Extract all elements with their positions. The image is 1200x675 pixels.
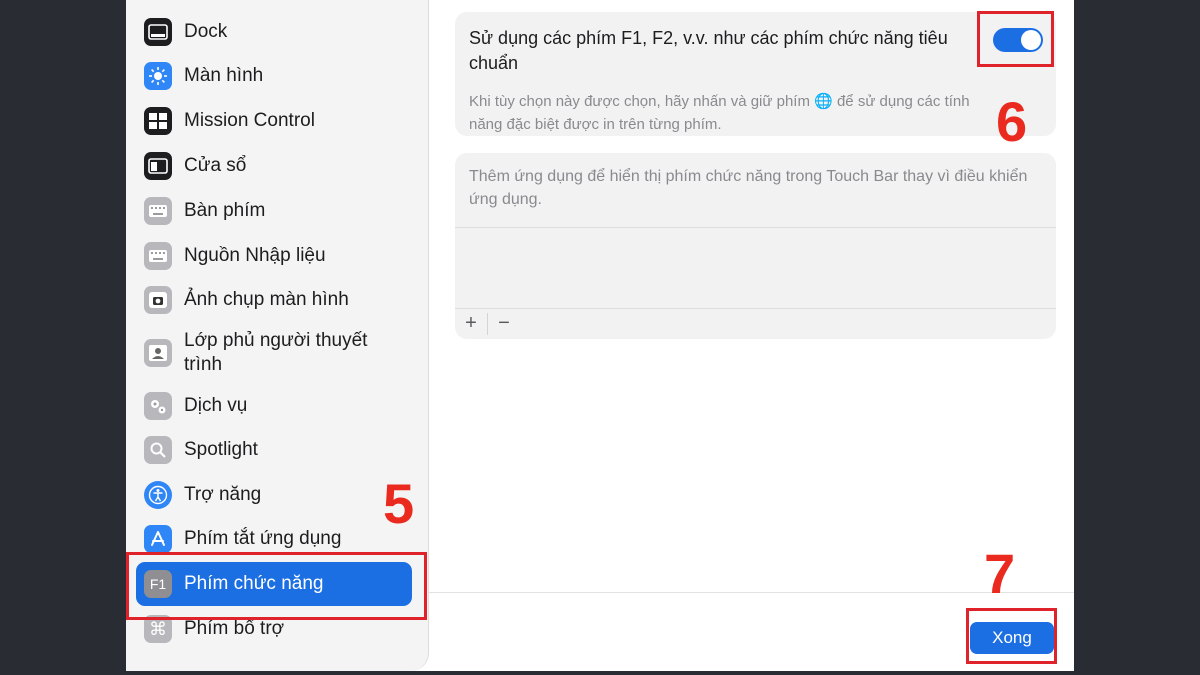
- sidebar-item-spotlight[interactable]: Spotlight: [136, 428, 412, 472]
- dock-icon: [144, 18, 172, 46]
- accessibility-icon: [144, 481, 172, 509]
- step-label-7: 7: [984, 542, 1016, 605]
- sidebar-item-label: Dock: [184, 21, 228, 42]
- highlight-box-toggle: [977, 11, 1054, 67]
- sidebar-item-accessibility[interactable]: Trợ năng: [136, 473, 412, 517]
- list-controls: + −: [455, 308, 1056, 339]
- fn-key-setting-card: Sử dụng các phím F1, F2, v.v. như các ph…: [455, 12, 1056, 136]
- sidebar-item-label: Màn hình: [184, 65, 264, 86]
- sidebar-item-label: Phím tắt ứng dụng: [184, 528, 342, 549]
- gears-icon: [144, 392, 172, 420]
- brightness-icon: [144, 62, 172, 90]
- search-icon: [144, 436, 172, 464]
- sidebar-item-label: Dịch vụ: [184, 395, 248, 416]
- sidebar-item-dock[interactable]: Dock: [136, 10, 412, 54]
- sidebar-item-label: Nguồn Nhập liệu: [184, 245, 326, 266]
- sidebar-item-label: Trợ năng: [184, 484, 262, 505]
- presenter-icon: [144, 339, 172, 367]
- sidebar-item-services[interactable]: Dịch vụ: [136, 384, 412, 428]
- highlight-box-done: [966, 608, 1057, 664]
- divider: [429, 592, 1074, 593]
- touchbar-description: Thêm ứng dụng để hiển thị phím chức năng…: [469, 168, 1028, 208]
- app-store-icon: [144, 525, 172, 553]
- keyboard-icon: [144, 242, 172, 270]
- step-label-5: 5: [383, 472, 415, 535]
- highlight-box-function-keys: [126, 552, 427, 620]
- sidebar-item-input-sources[interactable]: Nguồn Nhập liệu: [136, 234, 412, 278]
- sidebar-item-label: Ảnh chụp màn hình: [184, 289, 349, 310]
- fn-setting-title: Sử dụng các phím F1, F2, v.v. như các ph…: [469, 28, 948, 73]
- sidebar-item-label: Mission Control: [184, 110, 315, 131]
- sidebar-item-windows[interactable]: Cửa sổ: [136, 144, 412, 188]
- sidebar-item-screenshot[interactable]: Ảnh chụp màn hình: [136, 278, 412, 322]
- remove-app-button[interactable]: −: [488, 308, 520, 339]
- sidebar-item-label: Cửa sổ: [184, 155, 247, 176]
- sidebar-item-label: Bàn phím: [184, 200, 266, 221]
- sidebar-item-presenter-overlay[interactable]: Lớp phủ người thuyết trình: [136, 326, 412, 380]
- add-app-button[interactable]: +: [455, 308, 487, 339]
- content-pane: Sử dụng các phím F1, F2, v.v. như các ph…: [429, 0, 1074, 671]
- camera-icon: [144, 286, 172, 314]
- touchbar-apps-card: Thêm ứng dụng để hiển thị phím chức năng…: [455, 153, 1056, 339]
- step-label-6: 6: [996, 90, 1028, 153]
- sidebar-item-label: Spotlight: [184, 439, 258, 460]
- sidebar-item-display[interactable]: Màn hình: [136, 54, 412, 98]
- keyboard-icon: [144, 197, 172, 225]
- sidebar-item-label: Lớp phủ người thuyết trình: [184, 330, 368, 375]
- window-icon: [144, 152, 172, 180]
- sidebar-item-keyboard[interactable]: Bàn phím: [136, 189, 412, 233]
- mission-control-icon: [144, 107, 172, 135]
- fn-setting-description: Khi tùy chọn này được chọn, hãy nhấn và …: [469, 93, 970, 133]
- command-glyph: ⌘: [149, 618, 167, 639]
- sidebar-item-label: Phím bổ trợ: [184, 618, 285, 639]
- sidebar-item-mission-control[interactable]: Mission Control: [136, 99, 412, 143]
- touchbar-app-list[interactable]: [455, 227, 1056, 309]
